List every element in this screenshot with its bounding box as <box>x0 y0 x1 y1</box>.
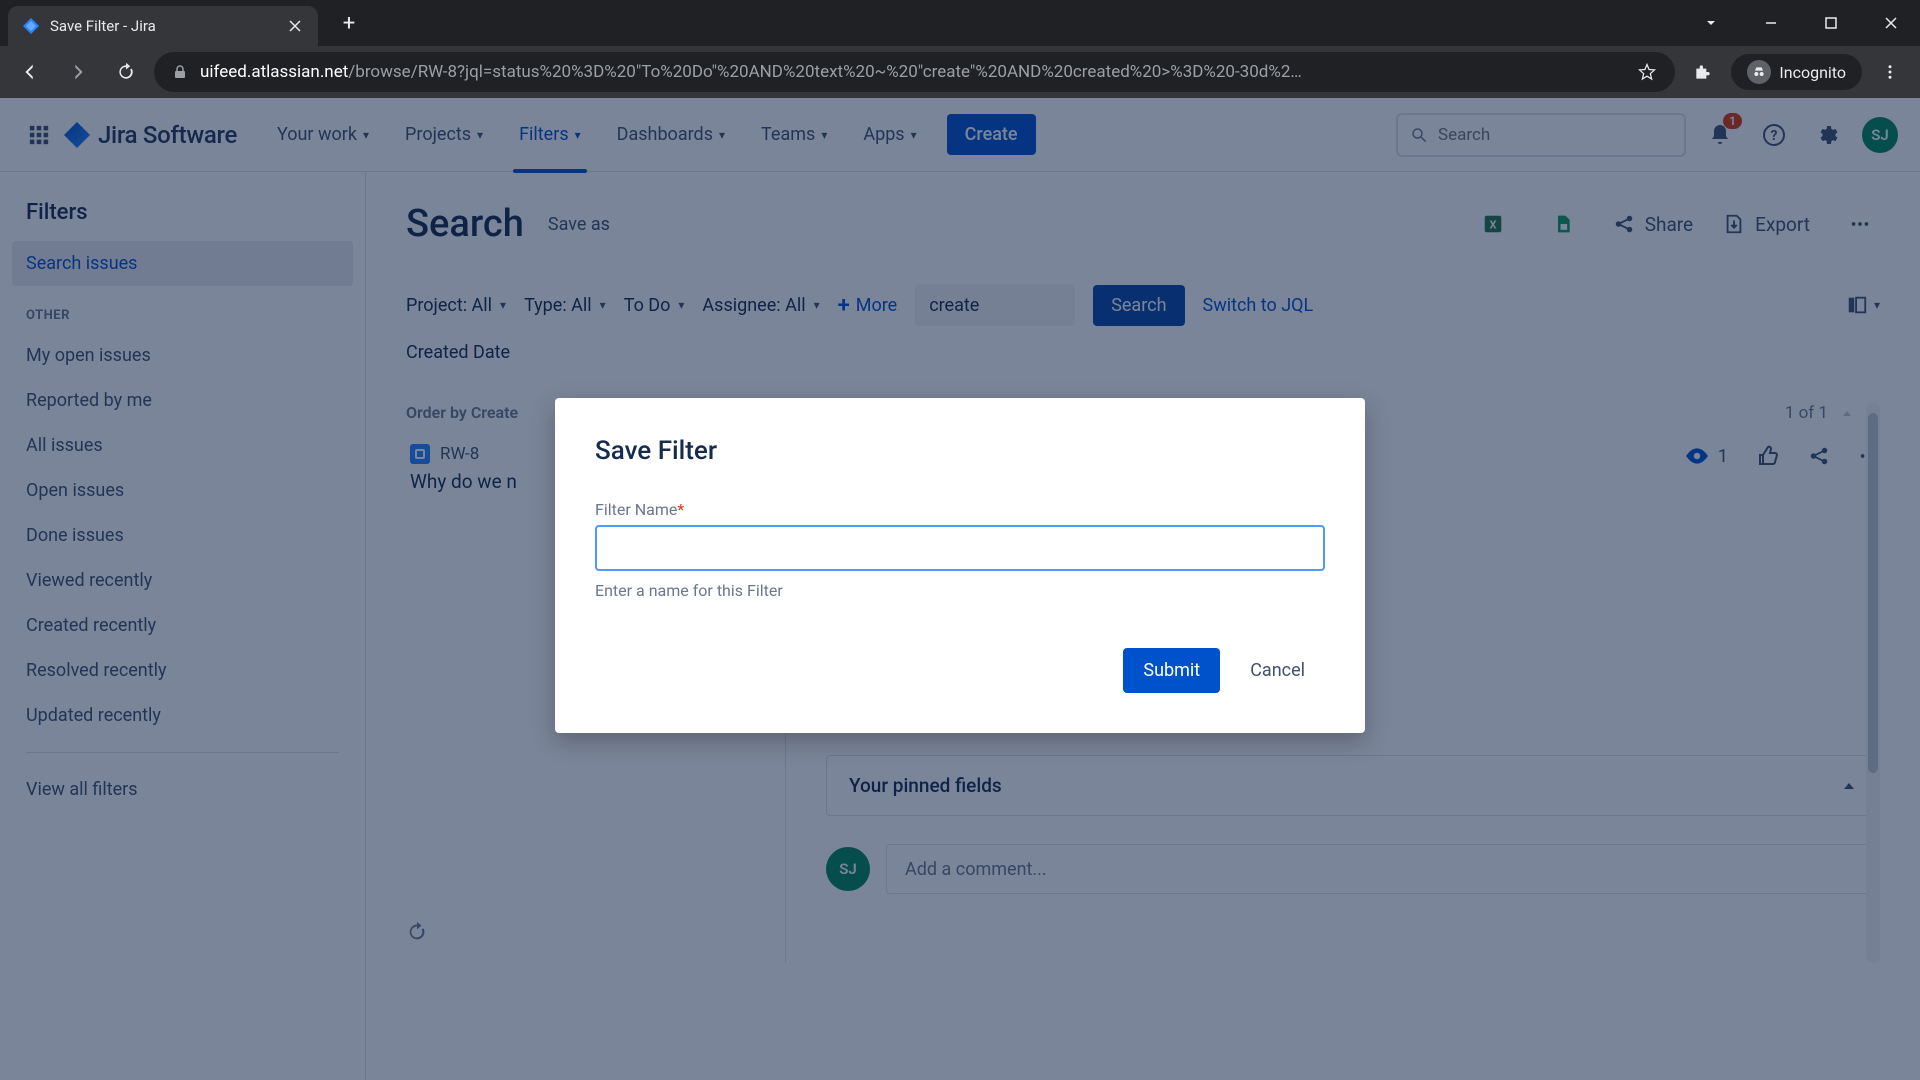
reload-icon[interactable] <box>106 52 146 92</box>
filter-name-help: Enter a name for this Filter <box>595 581 1325 600</box>
cancel-button[interactable]: Cancel <box>1230 648 1325 693</box>
modal-actions: Submit Cancel <box>595 648 1325 693</box>
save-filter-modal: Save Filter Filter Name* Enter a name fo… <box>555 398 1365 733</box>
bookmark-star-icon[interactable] <box>1637 62 1657 82</box>
extensions-icon[interactable] <box>1683 52 1723 92</box>
filter-name-label: Filter Name* <box>595 500 1325 519</box>
browser-chrome: Save Filter - Jira + uifeed.atlassian.ne… <box>0 0 1920 98</box>
browser-menu-icon[interactable] <box>1870 52 1910 92</box>
incognito-badge[interactable]: Incognito <box>1731 54 1862 90</box>
lock-icon <box>172 64 188 80</box>
submit-button[interactable]: Submit <box>1123 648 1220 693</box>
forward-icon <box>58 52 98 92</box>
jira-favicon-icon <box>22 17 40 35</box>
window-controls <box>1682 3 1920 43</box>
tab-title: Save Filter - Jira <box>50 17 276 35</box>
tab-strip: Save Filter - Jira + <box>0 0 1920 46</box>
modal-overlay[interactable]: Save Filter Filter Name* Enter a name fo… <box>0 98 1920 1080</box>
tab-close-icon[interactable] <box>286 17 304 35</box>
browser-tab[interactable]: Save Filter - Jira <box>8 6 318 46</box>
url-text: uifeed.atlassian.net/browse/RW-8?jql=sta… <box>200 62 1625 82</box>
tab-search-icon[interactable] <box>1682 3 1740 43</box>
filter-name-input[interactable] <box>595 525 1325 571</box>
app-root: Jira Software Your work▾ Projects▾ Filte… <box>0 98 1920 1080</box>
incognito-label: Incognito <box>1779 63 1846 82</box>
modal-title: Save Filter <box>595 436 1325 466</box>
address-bar[interactable]: uifeed.atlassian.net/browse/RW-8?jql=sta… <box>154 52 1675 92</box>
minimize-icon[interactable] <box>1742 3 1800 43</box>
required-asterisk: * <box>677 500 684 519</box>
maximize-icon[interactable] <box>1802 3 1860 43</box>
back-icon[interactable] <box>10 52 50 92</box>
close-window-icon[interactable] <box>1862 3 1920 43</box>
new-tab-button[interactable]: + <box>332 6 366 40</box>
incognito-icon <box>1747 60 1771 84</box>
address-row: uifeed.atlassian.net/browse/RW-8?jql=sta… <box>0 46 1920 98</box>
